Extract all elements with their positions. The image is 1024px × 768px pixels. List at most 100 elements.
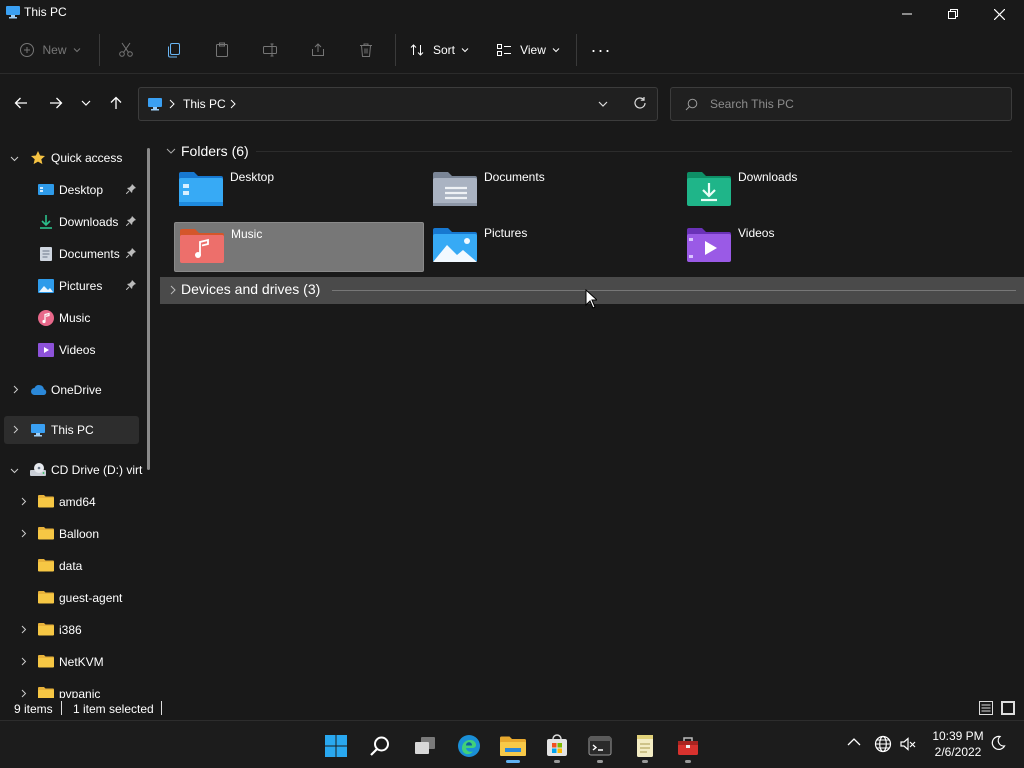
paste-button[interactable] — [206, 34, 238, 66]
sidebar-item-guest-agent[interactable]: guest-agent — [4, 584, 139, 612]
title-bar[interactable] — [0, 0, 1024, 28]
folder-icon — [38, 654, 54, 668]
chevron-right-icon[interactable] — [19, 625, 28, 634]
folder-tile-pictures[interactable]: Pictures — [428, 222, 678, 272]
sidebar-item-onedrive[interactable]: OneDrive — [4, 376, 139, 404]
sidebar-item-videos[interactable]: Videos — [4, 336, 139, 364]
sidebar-item-amd64[interactable]: amd64 — [4, 488, 139, 516]
toolbox-app-button[interactable] — [668, 728, 708, 764]
recent-locations-button[interactable] — [72, 88, 100, 118]
clipboard-icon — [216, 42, 228, 57]
sidebar-item-data[interactable]: data — [4, 552, 139, 580]
folder-icon — [38, 526, 54, 540]
terminal-button[interactable] — [580, 728, 620, 764]
copy-button[interactable] — [158, 34, 190, 66]
notepad-button[interactable] — [625, 728, 665, 764]
sidebar-item-cd-drive[interactable]: CD Drive (D:) virt — [4, 456, 149, 484]
minimize-button[interactable] — [884, 0, 930, 28]
sort-button[interactable]: Sort — [403, 34, 475, 66]
folder-tile-videos[interactable]: Videos — [682, 222, 932, 272]
folders-group-header[interactable]: Folders (6) — [166, 140, 249, 162]
folder-icon — [38, 686, 54, 698]
sidebar-item-this-pc[interactable]: This PC — [4, 416, 139, 444]
globe-icon — [874, 735, 892, 753]
toolbar-separator — [99, 34, 100, 66]
sidebar-item-balloon[interactable]: Balloon — [4, 520, 139, 548]
tiles-view-button[interactable] — [1000, 700, 1016, 716]
chevron-right-icon[interactable] — [19, 529, 28, 538]
more-options-button[interactable]: ··· — [585, 34, 617, 66]
chevron-down-icon — [461, 48, 469, 53]
chevron-right-icon[interactable] — [19, 689, 28, 698]
view-icon — [497, 44, 512, 56]
videos-icon — [38, 342, 54, 358]
back-button[interactable] — [6, 88, 36, 118]
notepad-icon — [637, 735, 653, 757]
folder-label: Downloads — [738, 170, 798, 184]
sidebar-item-documents[interactable]: Documents — [4, 240, 139, 268]
folder-tile-music[interactable]: Music — [174, 222, 424, 272]
delete-button[interactable] — [350, 34, 382, 66]
status-bar: 9 items 1 item selected — [0, 698, 1024, 720]
taskbar-date[interactable]: 2/6/2022 — [928, 745, 988, 759]
refresh-button[interactable] — [633, 96, 647, 110]
notifications-button[interactable] — [990, 735, 1006, 751]
taskbar-search-button[interactable] — [360, 728, 400, 764]
file-explorer-taskbar-button[interactable] — [493, 728, 533, 764]
start-button[interactable] — [316, 728, 356, 764]
taskbar-time[interactable]: 10:39 PM — [928, 729, 988, 743]
navigation-pane[interactable]: Quick access Desktop Downloads Documents… — [0, 132, 160, 698]
sidebar-item-quick-access[interactable]: Quick access — [4, 144, 139, 172]
store-button[interactable] — [537, 728, 577, 764]
chevron-right-icon[interactable] — [11, 385, 20, 394]
edge-button[interactable] — [449, 728, 489, 764]
sidebar-item-label: Documents — [59, 247, 120, 261]
scissors-icon — [119, 42, 133, 57]
task-view-button[interactable] — [405, 728, 445, 764]
details-view-button[interactable] — [978, 700, 994, 716]
folder-tile-downloads[interactable]: Downloads — [682, 166, 932, 216]
this-pc-title-icon — [5, 4, 21, 20]
close-button[interactable] — [976, 0, 1022, 28]
up-button[interactable] — [101, 88, 131, 118]
cut-button[interactable] — [110, 34, 142, 66]
new-button[interactable]: New — [14, 34, 86, 66]
refresh-icon — [634, 97, 646, 109]
view-button[interactable]: View — [491, 34, 565, 66]
sort-label: Sort — [432, 43, 455, 57]
volume-button[interactable] — [899, 735, 917, 753]
view-label: View — [520, 43, 546, 57]
sidebar-item-i386[interactable]: i386 — [4, 616, 139, 644]
chevron-down-icon[interactable] — [10, 466, 19, 475]
show-hidden-icons-button[interactable] — [847, 737, 861, 747]
chevron-down-icon — [552, 48, 560, 53]
sidebar-item-music[interactable]: Music — [4, 304, 139, 332]
sidebar-item-netkvm[interactable]: NetKVM — [4, 648, 139, 676]
chevron-right-icon[interactable] — [11, 425, 20, 434]
folder-tile-desktop[interactable]: Desktop — [174, 166, 424, 216]
sidebar-item-pvpanic[interactable]: pvpanic — [4, 680, 139, 698]
sidebar-item-label: Quick access — [51, 151, 123, 165]
breadcrumb-this-pc[interactable]: This PC — [183, 97, 226, 111]
forward-button[interactable] — [41, 88, 71, 118]
folder-icon — [38, 494, 54, 508]
music-icon — [38, 310, 54, 326]
videos-folder-icon — [687, 226, 731, 264]
sidebar-item-desktop[interactable]: Desktop — [4, 176, 139, 204]
chevron-down-icon[interactable] — [10, 154, 19, 163]
rename-button[interactable] — [254, 34, 286, 66]
search-icon — [685, 98, 698, 111]
devices-group-title: Devices and drives (3) — [181, 281, 321, 297]
sidebar-item-pictures[interactable]: Pictures — [4, 272, 139, 300]
restore-button[interactable] — [930, 0, 976, 28]
address-history-button[interactable] — [597, 99, 609, 109]
share-icon — [312, 43, 324, 56]
network-button[interactable] — [874, 735, 892, 753]
sidebar-scrollbar[interactable] — [147, 148, 150, 470]
sidebar-item-downloads[interactable]: Downloads — [4, 208, 139, 236]
chevron-right-icon[interactable] — [19, 657, 28, 666]
share-button[interactable] — [302, 34, 334, 66]
chevron-right-icon[interactable] — [19, 497, 28, 506]
address-bar[interactable]: This PC — [138, 87, 658, 121]
folder-tile-documents[interactable]: Documents — [428, 166, 678, 216]
